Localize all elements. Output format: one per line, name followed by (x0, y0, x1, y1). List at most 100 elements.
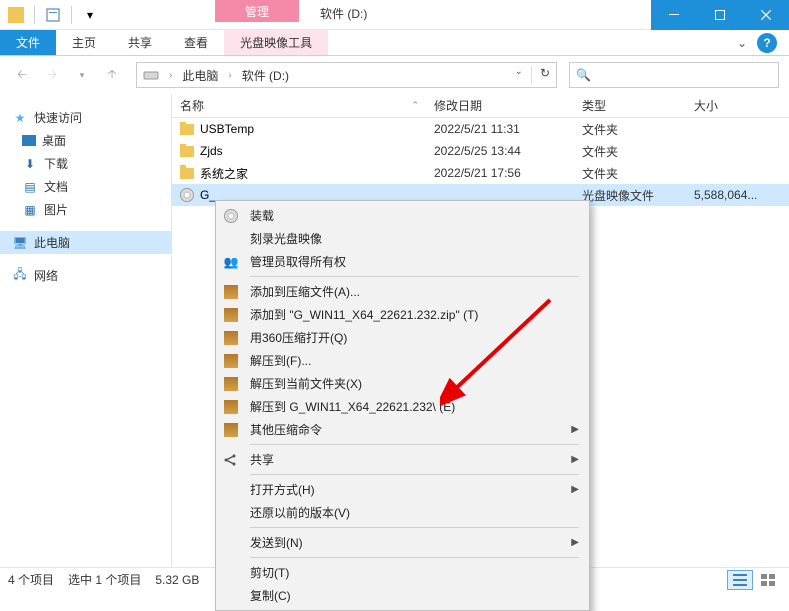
sidebar-item-label: 图片 (44, 201, 68, 218)
view-details-button[interactable] (727, 570, 753, 590)
submenu-arrow-icon: ▶ (571, 424, 579, 435)
context-menu-item[interactable]: 添加到 "G_WIN11_X64_22621.232.zip" (T) (218, 303, 587, 326)
archive-icon (222, 375, 240, 393)
file-row[interactable]: 系统之家2022/5/21 17:56文件夹 (172, 162, 789, 184)
address-dropdown-icon[interactable]: ⌄ (515, 66, 523, 84)
file-tab[interactable]: 文件 (0, 30, 56, 55)
back-button[interactable]: 🡠 (10, 63, 34, 87)
context-menu-item[interactable]: 装载 (218, 204, 587, 227)
sidebar-item-label: 文档 (44, 178, 68, 195)
ribbon-tabs: 文件 主页 共享 查看 光盘映像工具 ⌄ ? (0, 30, 789, 56)
sidebar-this-pc[interactable]: 🖥此电脑 (0, 231, 171, 254)
column-type[interactable]: 类型 (574, 97, 686, 114)
recent-dropdown-icon[interactable]: ▾ (70, 63, 94, 87)
forward-button[interactable]: 🡢 (40, 63, 64, 87)
context-menu-item[interactable]: 打开方式(H)▶ (218, 478, 587, 501)
download-icon: ⬇ (22, 156, 38, 172)
minimize-button[interactable] (651, 0, 697, 30)
context-menu-label: 共享 (250, 451, 561, 468)
sidebar-item-downloads[interactable]: ⬇下载 (0, 152, 171, 175)
document-icon: ▤ (22, 179, 38, 195)
search-icon: 🔍 (576, 68, 591, 82)
submenu-arrow-icon: ▶ (571, 537, 579, 548)
qat-separator (71, 6, 72, 24)
context-menu-label: 添加到压缩文件(A)... (250, 283, 579, 300)
context-menu-item[interactable]: 解压到(F)... (218, 349, 587, 372)
context-menu-item[interactable]: 其他压缩命令 ▶ (218, 418, 587, 441)
folder-icon (180, 168, 194, 179)
context-menu-item[interactable]: 解压到 G_WIN11_X64_22621.232\ (E) (218, 395, 587, 418)
context-menu-item[interactable]: 添加到压缩文件(A)... (218, 280, 587, 303)
column-name[interactable]: 名称⌃ (172, 97, 426, 114)
submenu-arrow-icon: ▶ (571, 454, 579, 465)
close-button[interactable] (743, 0, 789, 30)
archive-icon (222, 306, 240, 324)
tab-view[interactable]: 查看 (168, 30, 224, 55)
context-menu-label: 复制(C) (222, 587, 579, 604)
context-menu-label: 还原以前的版本(V) (222, 504, 579, 521)
sidebar-network[interactable]: 🖧 网络 (0, 264, 171, 287)
context-menu-separator (250, 527, 579, 528)
context-menu-separator (250, 474, 579, 475)
star-icon: ★ (12, 110, 28, 126)
view-large-icons-button[interactable] (755, 570, 781, 590)
tab-home[interactable]: 主页 (56, 30, 112, 55)
column-date[interactable]: 修改日期 (426, 97, 574, 114)
breadcrumb-drive[interactable]: 软件 (D:) (242, 67, 289, 84)
context-menu-label: 打开方式(H) (222, 481, 561, 498)
file-row[interactable]: USBTemp2022/5/21 11:31文件夹 (172, 118, 789, 140)
search-input[interactable]: 🔍 搜索"软件 (D:)" (569, 62, 779, 88)
network-icon: 🖧 (12, 268, 28, 284)
archive-icon (222, 352, 240, 370)
pc-icon: 🖥 (12, 235, 28, 251)
refresh-button[interactable]: ↻ (540, 66, 550, 84)
context-menu-label: 添加到 "G_WIN11_X64_22621.232.zip" (T) (250, 306, 579, 323)
context-menu-item[interactable]: 👥管理员取得所有权 (218, 250, 587, 273)
disc-icon (180, 188, 194, 202)
qat-dropdown-icon[interactable]: ▾ (82, 7, 98, 23)
ribbon-expand-icon[interactable]: ⌄ (737, 36, 747, 50)
context-menu-item[interactable]: 复制(C) (218, 584, 587, 607)
up-button[interactable]: 🡡 (100, 63, 124, 87)
context-menu-separator (250, 444, 579, 445)
context-menu-separator (250, 276, 579, 277)
qat-properties-icon[interactable] (45, 7, 61, 23)
archive-icon (222, 421, 240, 439)
tab-share[interactable]: 共享 (112, 30, 168, 55)
sidebar-item-documents[interactable]: ▤ 文档 (0, 175, 171, 198)
sidebar-item-label: 网络 (34, 267, 58, 284)
file-name: 系统之家 (200, 165, 248, 182)
folder-icon (180, 146, 194, 157)
file-size: 5,588,064... (686, 188, 782, 202)
maximize-button[interactable] (697, 0, 743, 30)
tab-disc-image-tools[interactable]: 光盘映像工具 (224, 30, 328, 55)
context-menu-item[interactable]: 用360压缩打开(Q) (218, 326, 587, 349)
file-type: 光盘映像文件 (574, 187, 686, 204)
context-menu-item[interactable]: 剪切(T) (218, 561, 587, 584)
chevron-right-icon[interactable]: › (224, 70, 235, 81)
breadcrumb-this-pc[interactable]: 此电脑 (182, 67, 218, 84)
titlebar: ▾ 管理 软件 (D:) (0, 0, 789, 30)
context-menu: 装载刻录光盘映像 👥管理员取得所有权添加到压缩文件(A)... 添加到 "G_WIN… (215, 200, 590, 611)
context-menu-label: 发送到(N) (222, 534, 561, 551)
chevron-right-icon[interactable]: › (165, 70, 176, 81)
context-menu-label: 其他压缩命令 (250, 421, 561, 438)
context-menu-item[interactable]: 还原以前的版本(V) (218, 501, 587, 524)
sidebar-item-pictures[interactable]: ▦图片 (0, 198, 171, 221)
context-menu-label: 装载 (250, 207, 579, 224)
file-row[interactable]: Zjds2022/5/25 13:44文件夹 (172, 140, 789, 162)
context-menu-item[interactable]: 解压到当前文件夹(X) (218, 372, 587, 395)
context-menu-item[interactable]: 刻录光盘映像 (218, 227, 587, 250)
archive-icon (222, 398, 240, 416)
help-button[interactable]: ? (757, 33, 777, 53)
context-menu-item[interactable]: 共享 ▶ (218, 448, 587, 471)
column-label: 名称 (180, 97, 204, 114)
context-menu-label: 刻录光盘映像 (250, 230, 579, 247)
sidebar-item-desktop[interactable]: 桌面 (0, 129, 171, 152)
context-menu-item[interactable]: 发送到(N) ▶ (218, 531, 587, 554)
column-size[interactable]: 大小 (686, 97, 782, 114)
context-menu-separator (250, 557, 579, 558)
address-bar[interactable]: › 此电脑 › 软件 (D:) ⌄ ↻ (136, 62, 557, 88)
disc-icon (222, 207, 240, 225)
sidebar-quick-access[interactable]: ★ 快速访问 (0, 106, 171, 129)
